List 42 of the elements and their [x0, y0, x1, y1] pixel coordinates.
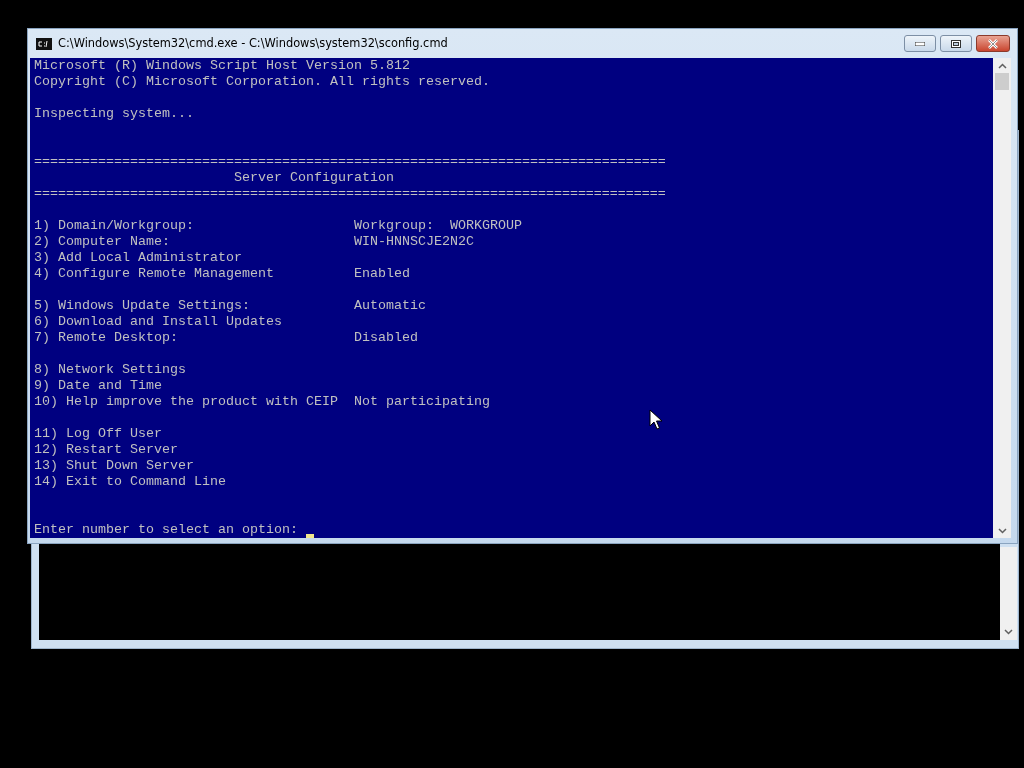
scroll-up-icon[interactable]	[997, 63, 1007, 69]
menu-option: 8) Network Settings	[34, 362, 186, 377]
menu-option: 11) Log Off User	[34, 426, 162, 441]
option-value: Enabled	[353, 266, 410, 282]
menu-option: 12) Restart Server	[34, 442, 178, 457]
menu-option: 6) Download and Install Updates	[34, 314, 282, 329]
minimize-icon	[915, 41, 925, 46]
menu-option: 3) Add Local Administrator	[34, 250, 242, 265]
scroll-down-icon[interactable]	[997, 528, 1007, 534]
console-line: Microsoft (R) Windows Script Host Version 5.812	[34, 58, 410, 74]
option-value: Automatic	[353, 298, 426, 314]
maximize-icon	[951, 39, 961, 48]
menu-heading: Server Configuration	[233, 170, 394, 186]
separator-line: ===============================================================================	[34, 154, 666, 170]
maximize-button[interactable]	[940, 35, 972, 52]
menu-option: 13) Shut Down Server	[34, 458, 194, 473]
scrollbar[interactable]	[993, 58, 1011, 538]
menu-option: 4) Configure Remote Management	[34, 266, 274, 281]
console-line: Inspecting system...	[34, 106, 194, 122]
input-prompt: Enter number to select an option:	[34, 522, 298, 538]
scroll-thumb[interactable]	[995, 73, 1009, 90]
menu-option: 14) Exit to Command Line	[34, 474, 226, 489]
menu-option: 1) Domain/Workgroup:	[34, 218, 194, 233]
scrollbar[interactable]	[1000, 547, 1017, 640]
option-value: Disabled	[353, 330, 418, 346]
separator-line: ===============================================================================	[34, 186, 666, 202]
menu-option: 2) Computer Name:	[34, 234, 170, 249]
menu-option: 5) Windows Update Settings:	[34, 298, 250, 313]
window-title: C:\Windows\System32\cmd.exe - C:\Windows\system32\sconfig.cmd	[58, 34, 448, 52]
text-cursor	[305, 534, 314, 538]
close-button[interactable]	[976, 35, 1010, 52]
option-value: WIN-HNNSCJE2N2C	[353, 234, 474, 250]
close-icon	[987, 38, 999, 49]
mouse-pointer-icon	[649, 409, 662, 430]
console-icon	[36, 37, 52, 50]
menu-option: 7) Remote Desktop:	[34, 330, 178, 345]
option-value: Not participating	[353, 394, 490, 410]
option-value: Workgroup: WORKGROUP	[353, 218, 522, 234]
console-line: Copyright (C) Microsoft Corporation. All rights reserved.	[34, 74, 490, 90]
menu-option: 10) Help improve the product with CEIP	[34, 394, 338, 409]
menu-option: 9) Date and Time	[34, 378, 162, 393]
scroll-down-icon[interactable]	[1004, 629, 1013, 635]
